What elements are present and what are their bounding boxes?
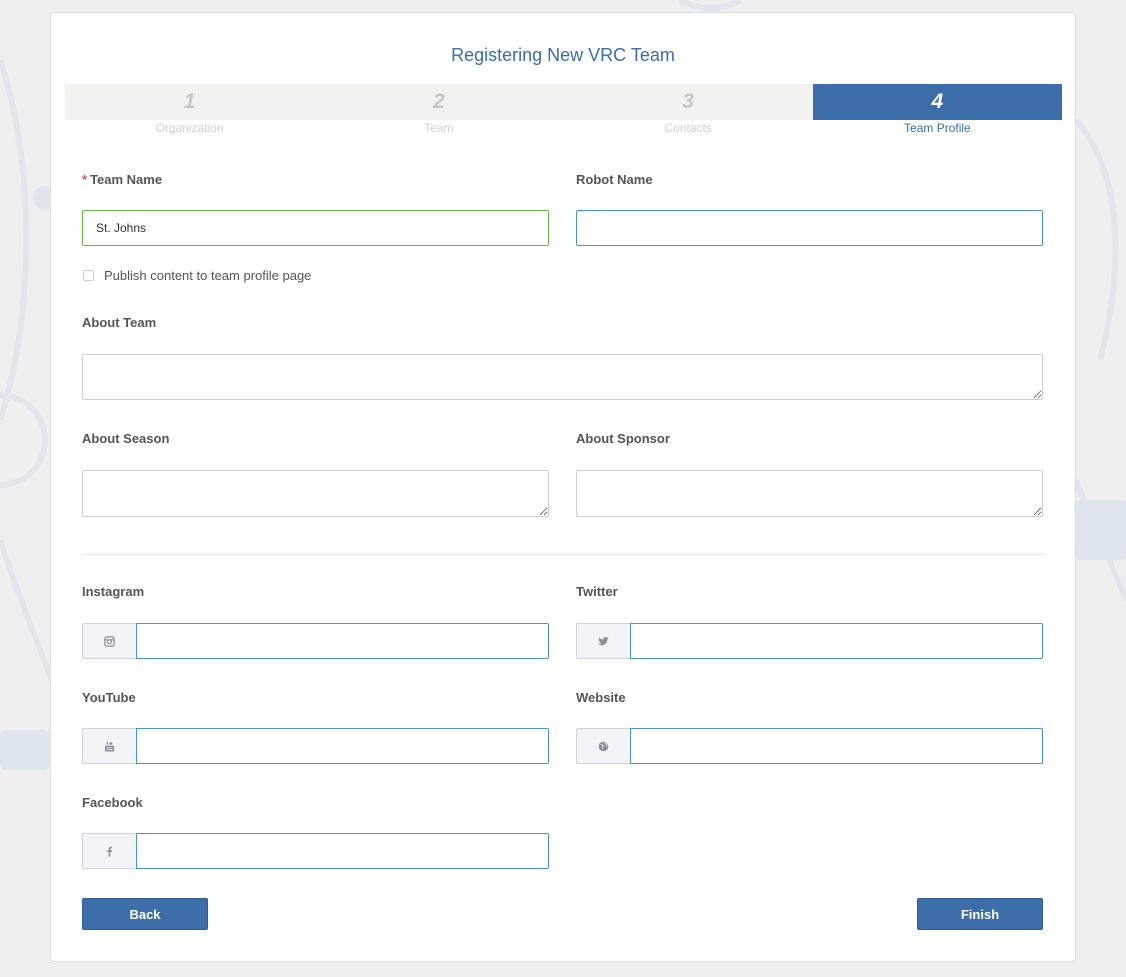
page-title: Registering New VRC Team	[451, 45, 675, 65]
robot-name-input[interactable]	[576, 210, 1043, 246]
globe-icon	[598, 741, 609, 751]
publish-checkbox[interactable]	[83, 270, 94, 281]
youtube-label: YouTube	[82, 690, 136, 705]
step-organization[interactable]: 1 Organization	[65, 84, 314, 135]
about-sponsor-textarea[interactable]	[576, 470, 1043, 517]
instagram-label: Instagram	[82, 584, 145, 599]
facebook-input[interactable]	[136, 833, 549, 869]
instagram-icon	[104, 635, 115, 647]
required-marker: *	[82, 172, 88, 187]
youtube-input[interactable]	[136, 728, 549, 764]
instagram-input[interactable]	[136, 623, 549, 659]
youtube-addon	[82, 728, 136, 764]
step-number: 1	[183, 90, 196, 113]
robot-name-label: Robot Name	[576, 172, 653, 187]
step-label: Team	[424, 121, 454, 135]
team-name-label-text: Team Name	[90, 172, 163, 187]
twitter-icon	[598, 636, 609, 645]
facebook-label: Facebook	[82, 795, 143, 810]
team-name-input[interactable]	[82, 210, 549, 246]
step-label: Organization	[155, 121, 224, 135]
facebook-addon	[82, 833, 136, 869]
step-number: 4	[931, 90, 944, 113]
about-sponsor-label: About Sponsor	[576, 431, 670, 446]
team-name-label: * Team Name	[82, 172, 162, 187]
registration-card: Registering New VRC Team 1 Organization …	[50, 12, 1076, 962]
step-label: Team Profile	[904, 121, 971, 135]
website-input[interactable]	[630, 728, 1043, 764]
website-addon	[576, 728, 630, 764]
about-season-textarea[interactable]	[82, 470, 549, 517]
publish-row: Publish content to team profile page	[83, 268, 311, 283]
about-season-label: About Season	[82, 431, 170, 446]
twitter-input[interactable]	[630, 623, 1043, 659]
step-number: 2	[433, 90, 445, 113]
twitter-addon	[576, 623, 630, 659]
about-team-textarea[interactable]	[82, 354, 1043, 400]
about-team-label: About Team	[82, 315, 157, 330]
back-button[interactable]: Back	[82, 898, 208, 930]
section-divider	[83, 554, 1044, 555]
step-number: 3	[682, 90, 694, 113]
step-team-profile[interactable]: 4 Team Profile	[812, 84, 1062, 135]
facebook-icon	[107, 846, 112, 857]
step-label: Contacts	[664, 121, 712, 135]
website-label: Website	[576, 690, 626, 705]
wizard-steps: 1 Organization 2 Team 3 Contacts 4 Team …	[65, 84, 1062, 135]
instagram-addon	[82, 623, 136, 659]
twitter-label: Twitter	[576, 584, 618, 599]
step-contacts[interactable]: 3 Contacts	[564, 84, 813, 135]
step-team[interactable]: 2 Team	[314, 84, 563, 135]
finish-button[interactable]: Finish	[917, 898, 1043, 930]
youtube-icon	[104, 740, 115, 752]
publish-label: Publish content to team profile page	[104, 268, 312, 283]
